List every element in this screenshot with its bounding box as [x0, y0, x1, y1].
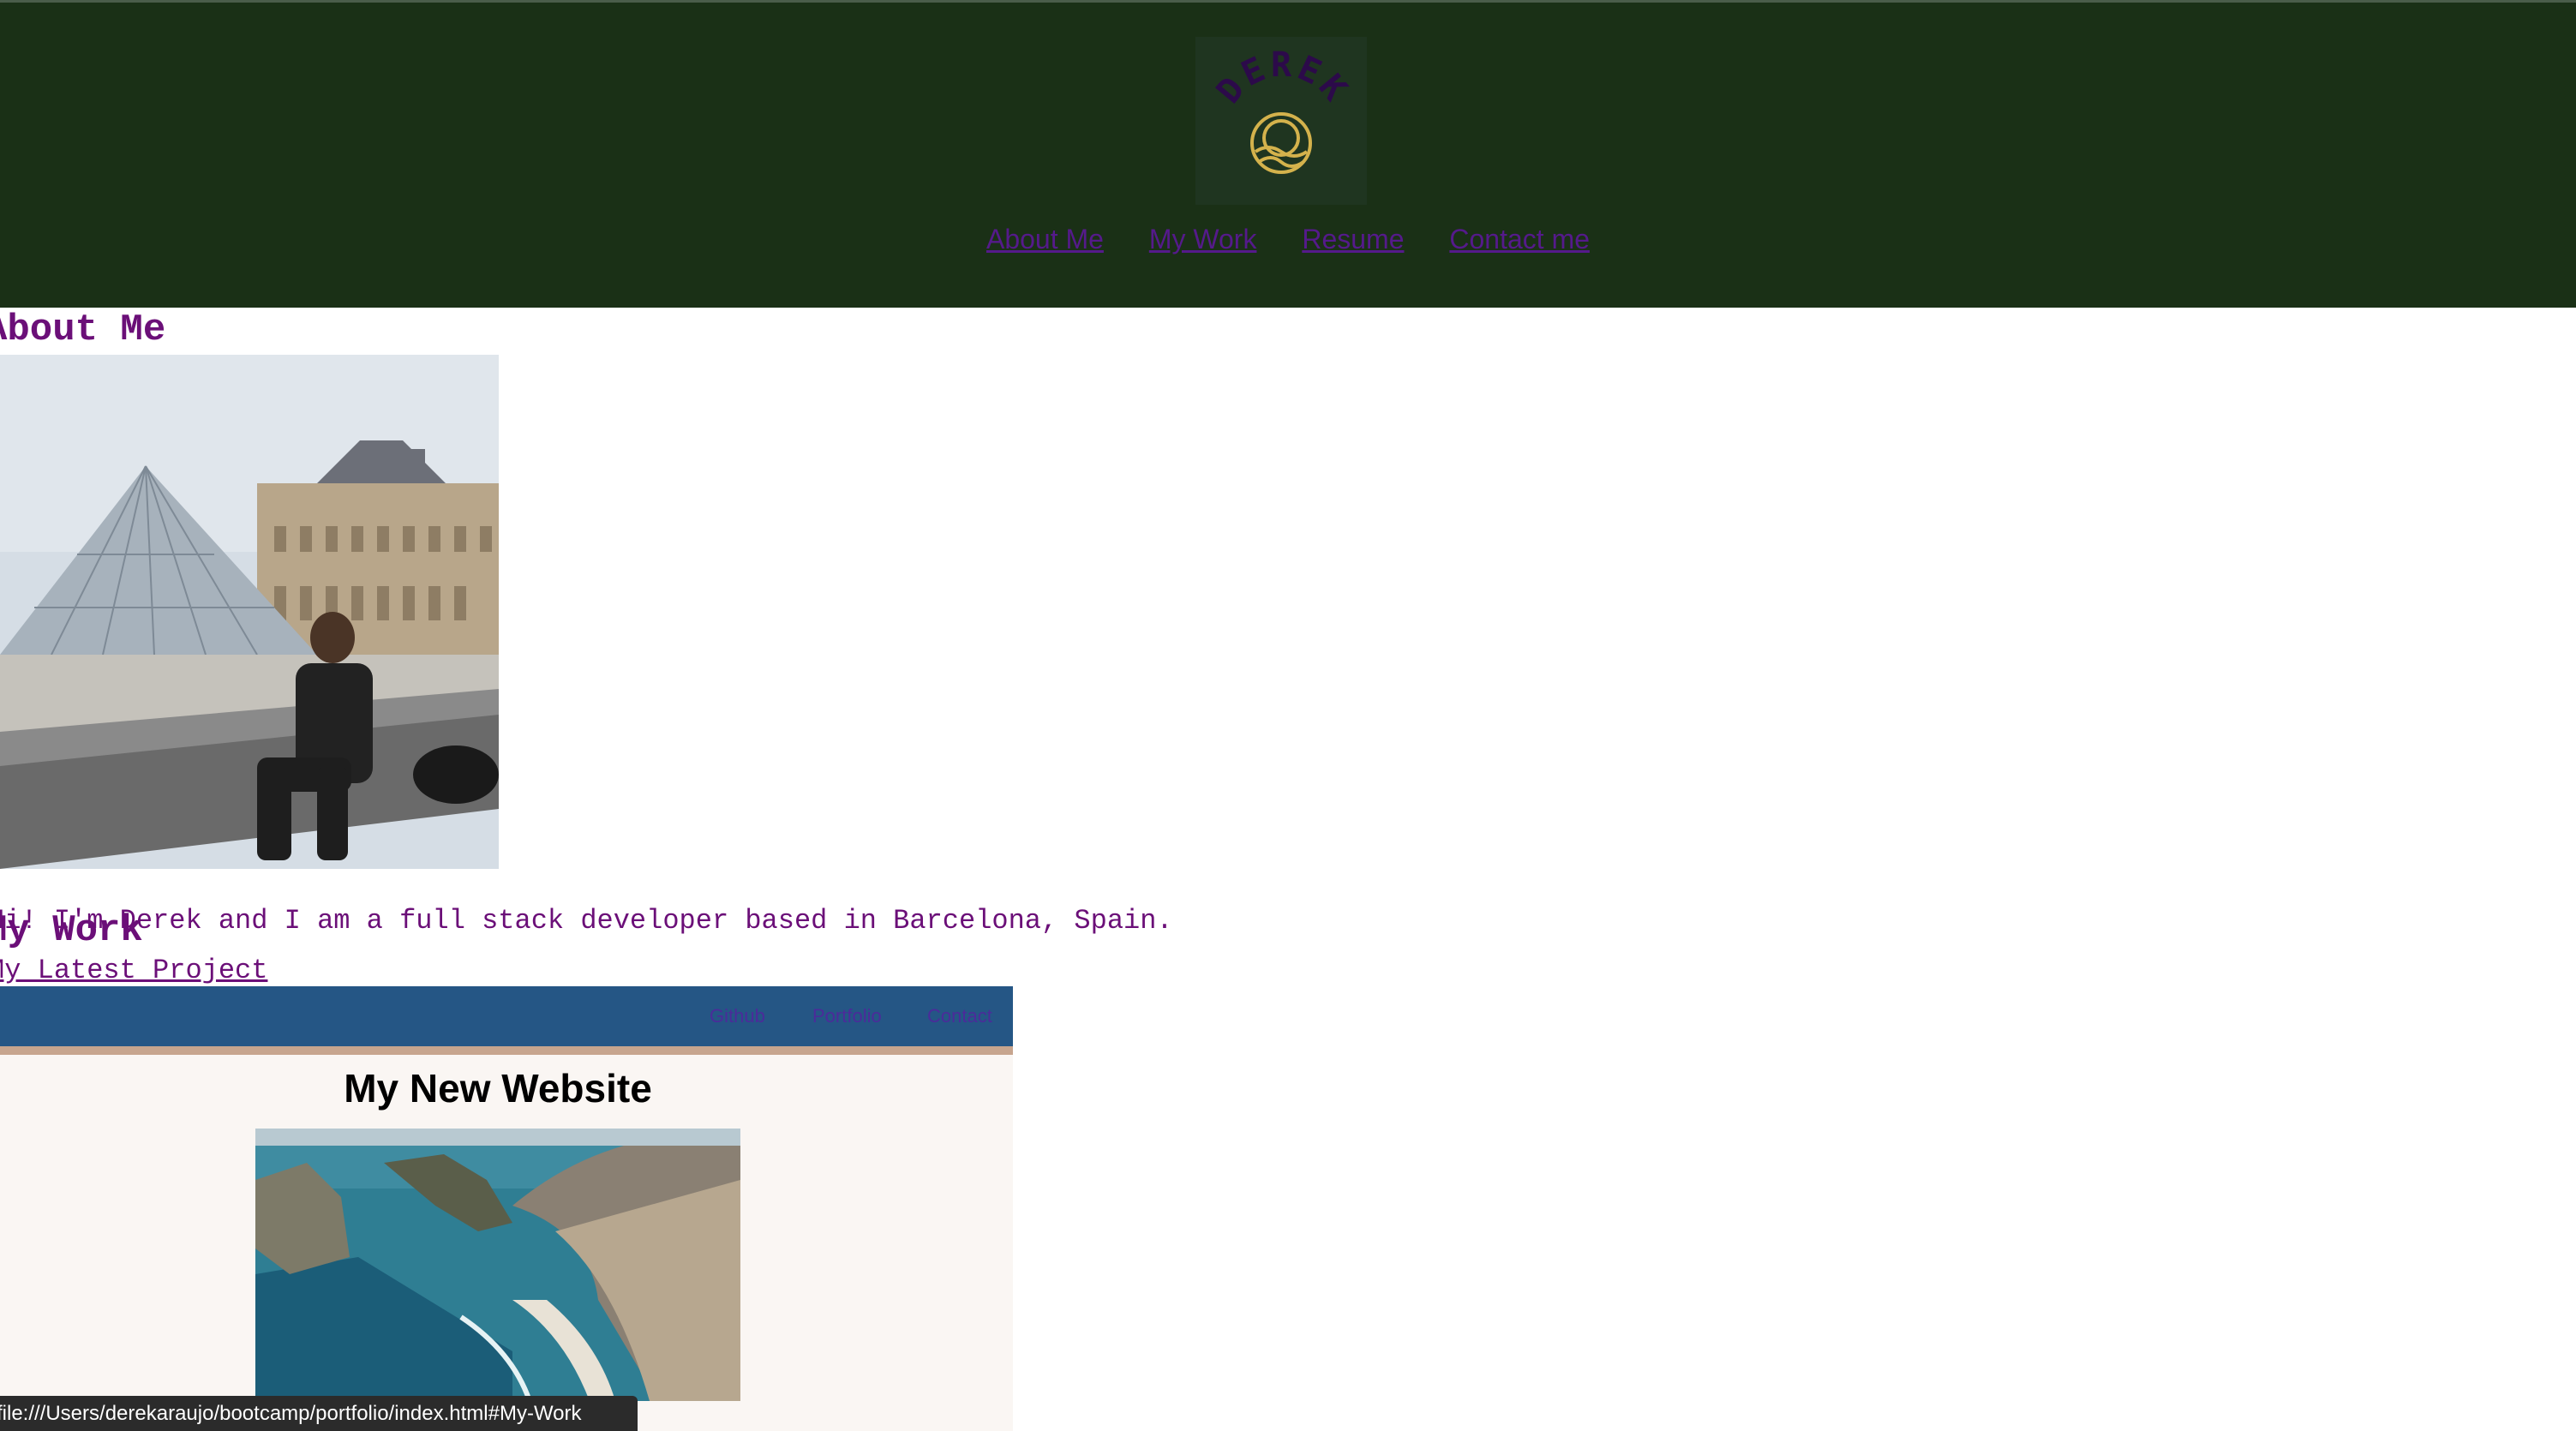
site-header: DEREK About Me My Work Resume Contact me — [0, 0, 2576, 308]
nav-link-my-work[interactable]: My Work — [1149, 224, 1257, 254]
profile-photo — [0, 355, 499, 869]
nav-link-about-me[interactable]: About Me — [986, 224, 1104, 254]
about-me-heading: About Me — [0, 308, 166, 351]
page: DEREK About Me My Work Resume Contact me… — [0, 0, 2576, 1431]
nav-link-resume[interactable]: Resume — [1302, 224, 1404, 254]
louvre-photo-image — [0, 355, 499, 869]
nav-link-contact-me[interactable]: Contact me — [1449, 224, 1590, 254]
project-preview[interactable]: Github Portfolio Contact My New Website — [0, 986, 1013, 1431]
preview-title: My New Website — [344, 1066, 652, 1111]
preview-image — [255, 1129, 740, 1401]
logo[interactable]: DEREK — [1195, 37, 1367, 205]
coast-image — [255, 1129, 740, 1401]
about-me-text: Hi! I'm Derek and I am a full stack deve… — [0, 905, 1173, 937]
status-url: file:///Users/derekaraujo/bootcamp/portf… — [0, 1402, 582, 1425]
preview-nav-github[interactable]: Github — [710, 1005, 765, 1027]
preview-nav-portfolio[interactable]: Portfolio — [812, 1005, 882, 1027]
svg-text:DEREK: DEREK — [1209, 45, 1357, 111]
preview-nav: Github Portfolio Contact — [0, 986, 1013, 1055]
latest-project-link[interactable]: My Latest Project — [0, 955, 267, 986]
preview-nav-contact[interactable]: Contact — [927, 1005, 992, 1027]
logo-text: DEREK — [1209, 45, 1353, 111]
main-nav: About Me My Work Resume Contact me — [0, 224, 2576, 255]
my-work-heading: My Work — [0, 909, 143, 952]
status-bar: file:///Users/derekaraujo/bootcamp/portf… — [0, 1396, 638, 1431]
derek-logo-icon: DEREK — [1209, 45, 1357, 174]
